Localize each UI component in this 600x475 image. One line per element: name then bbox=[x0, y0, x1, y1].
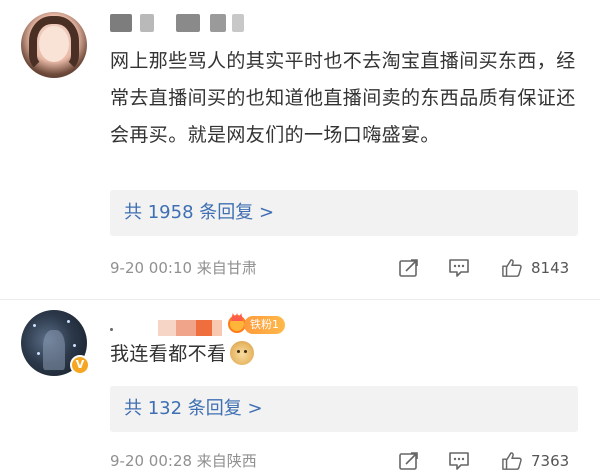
thumbs-up-icon[interactable] bbox=[501, 451, 523, 471]
view-replies-button[interactable]: 共 1958 条回复 > bbox=[110, 190, 578, 236]
comment-text: 网上那些骂人的其实平时也不去淘宝直播间买东西，经常去直播间买的也知道他直播间卖的… bbox=[110, 50, 576, 146]
comment-actions: 7363 bbox=[396, 449, 586, 473]
avatar[interactable] bbox=[21, 12, 87, 78]
comment-icon[interactable] bbox=[448, 451, 470, 471]
comment-item: 网上那些骂人的其实平时也不去淘宝直播间买东西，经常去直播间买的也知道他直播间卖的… bbox=[0, 0, 600, 300]
view-replies-button[interactable]: 共 132 条回复 > bbox=[110, 386, 578, 432]
avatar-face bbox=[39, 26, 69, 62]
comment-actions: 8143 bbox=[396, 256, 586, 280]
replies-label: 共 1958 条回复 > bbox=[124, 202, 275, 223]
verified-badge-icon: V bbox=[70, 355, 90, 375]
avatar-figure bbox=[43, 330, 65, 370]
comment-meta: 9-20 00:10 来自甘肃 bbox=[110, 259, 257, 277]
thumbs-up-icon[interactable] bbox=[501, 258, 523, 278]
share-icon[interactable] bbox=[398, 258, 420, 278]
comment-meta: 9-20 00:28 来自陕西 bbox=[110, 452, 257, 470]
fan-badge[interactable]: 铁粉1 bbox=[244, 316, 285, 334]
comment-icon[interactable] bbox=[448, 258, 470, 278]
username-redacted[interactable] bbox=[110, 320, 222, 336]
replies-label: 共 132 条回复 > bbox=[124, 398, 263, 419]
share-icon[interactable] bbox=[398, 451, 420, 471]
doge-emoji-icon bbox=[230, 341, 255, 365]
comment-text-content: 我连看都不看 bbox=[110, 343, 227, 365]
comment-text: 我连看都不看 bbox=[110, 336, 590, 373]
like-count: 7363 bbox=[531, 452, 570, 470]
comment-item: V 铁粉1 我连看都不看 共 132 条回复 > 9-20 00:28 来自陕西… bbox=[0, 300, 600, 475]
like-count: 8143 bbox=[531, 259, 570, 277]
